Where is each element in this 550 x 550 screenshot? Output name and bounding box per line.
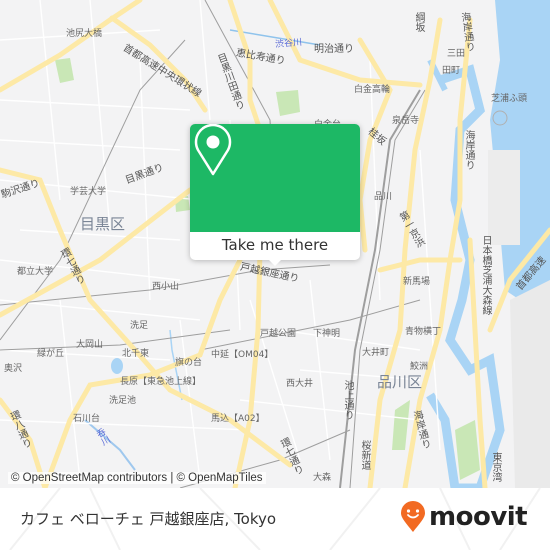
place-label: 緑が丘 <box>37 349 65 359</box>
road-label: 池上通り <box>342 380 353 420</box>
river-nomigawa <box>84 419 136 471</box>
moovit-pin-icon <box>401 501 425 532</box>
place-label: 大森 <box>313 473 332 483</box>
road-label: 東京湾 <box>490 452 501 482</box>
location-popup: Take me there <box>190 124 360 266</box>
map-canvas[interactable]: 池尻大橋 学芸大学 都立大学 西小山 洗足 大岡山 北千東 旗の台 緑が丘 奥沢… <box>0 0 550 488</box>
place-label: 都立大学 <box>17 267 54 277</box>
road-sakurada <box>357 37 393 253</box>
road-label: 明治通り <box>314 44 354 55</box>
take-me-there-button[interactable]: Take me there <box>190 232 360 260</box>
pond <box>111 358 123 374</box>
road-label: 日本橋芝浦大森線 <box>480 235 491 315</box>
park <box>276 90 300 116</box>
place-label: 西大井 <box>286 379 314 389</box>
place-label: 大井町 <box>362 348 390 358</box>
place-label: 芝浦ふ頭 <box>491 94 528 104</box>
place-label: 白金高輪 <box>354 85 391 95</box>
rail-line <box>0 329 231 351</box>
place-label: 田町 <box>442 66 461 76</box>
road-meguro <box>0 187 193 318</box>
place-label: 中延【OM04】 <box>211 350 274 360</box>
park <box>392 400 410 450</box>
reclaimed-land <box>488 150 520 245</box>
place-label: 学芸大学 <box>70 187 107 197</box>
popup-pointer <box>267 258 283 266</box>
place-label: 旗の台 <box>175 358 203 368</box>
map-pin-icon <box>194 124 232 176</box>
place-label: 戸越公園 <box>260 329 297 339</box>
place-label: 新馬場 <box>403 277 431 287</box>
moovit-wordmark: moovit <box>429 502 528 532</box>
ward-label-shinagawa: 品川区 <box>377 373 423 391</box>
place-label: 奥沢 <box>4 364 23 374</box>
place-label: 石川台 <box>73 414 101 424</box>
road-daini-keihin <box>232 247 263 488</box>
place-name: カフェ ベローチェ 戸越銀座店, Tokyo <box>20 510 277 528</box>
footer-bar: カフェ ベローチェ 戸越銀座店, Tokyo moovit <box>0 488 550 550</box>
ward-label-meguro: 目黒区 <box>80 215 126 233</box>
water-label: 渋谷川 <box>274 37 303 51</box>
popup-header <box>190 124 360 232</box>
place-label: 大岡山 <box>76 340 104 350</box>
place-label: 池尻大橋 <box>66 29 103 39</box>
place-label: 北千東 <box>122 349 150 359</box>
road-label: 綱坂 <box>413 12 424 32</box>
road-label: 桜新道 <box>359 440 370 470</box>
place-label: 下神明 <box>313 329 341 339</box>
moovit-logo[interactable]: moovit <box>400 500 528 534</box>
place-label: 洗足池 <box>109 396 137 406</box>
park <box>455 420 480 480</box>
place-label: 西小山 <box>152 282 180 292</box>
park <box>55 58 74 83</box>
place-label: 馬込【A02】 <box>211 414 265 424</box>
map-attribution[interactable]: © OpenStreetMap contributors | © OpenMap… <box>8 472 266 484</box>
place-label: 洗足 <box>130 321 149 331</box>
place-label: 品川 <box>374 192 393 202</box>
place-label: 長原【東急池上線】 <box>120 377 202 387</box>
place-label: 青物横丁 <box>405 327 442 337</box>
rail-line <box>199 299 421 351</box>
reclaimed-land-south <box>510 280 550 488</box>
road-label: 海岸通り <box>463 130 474 170</box>
place-label: 泉岳寺 <box>392 116 420 126</box>
